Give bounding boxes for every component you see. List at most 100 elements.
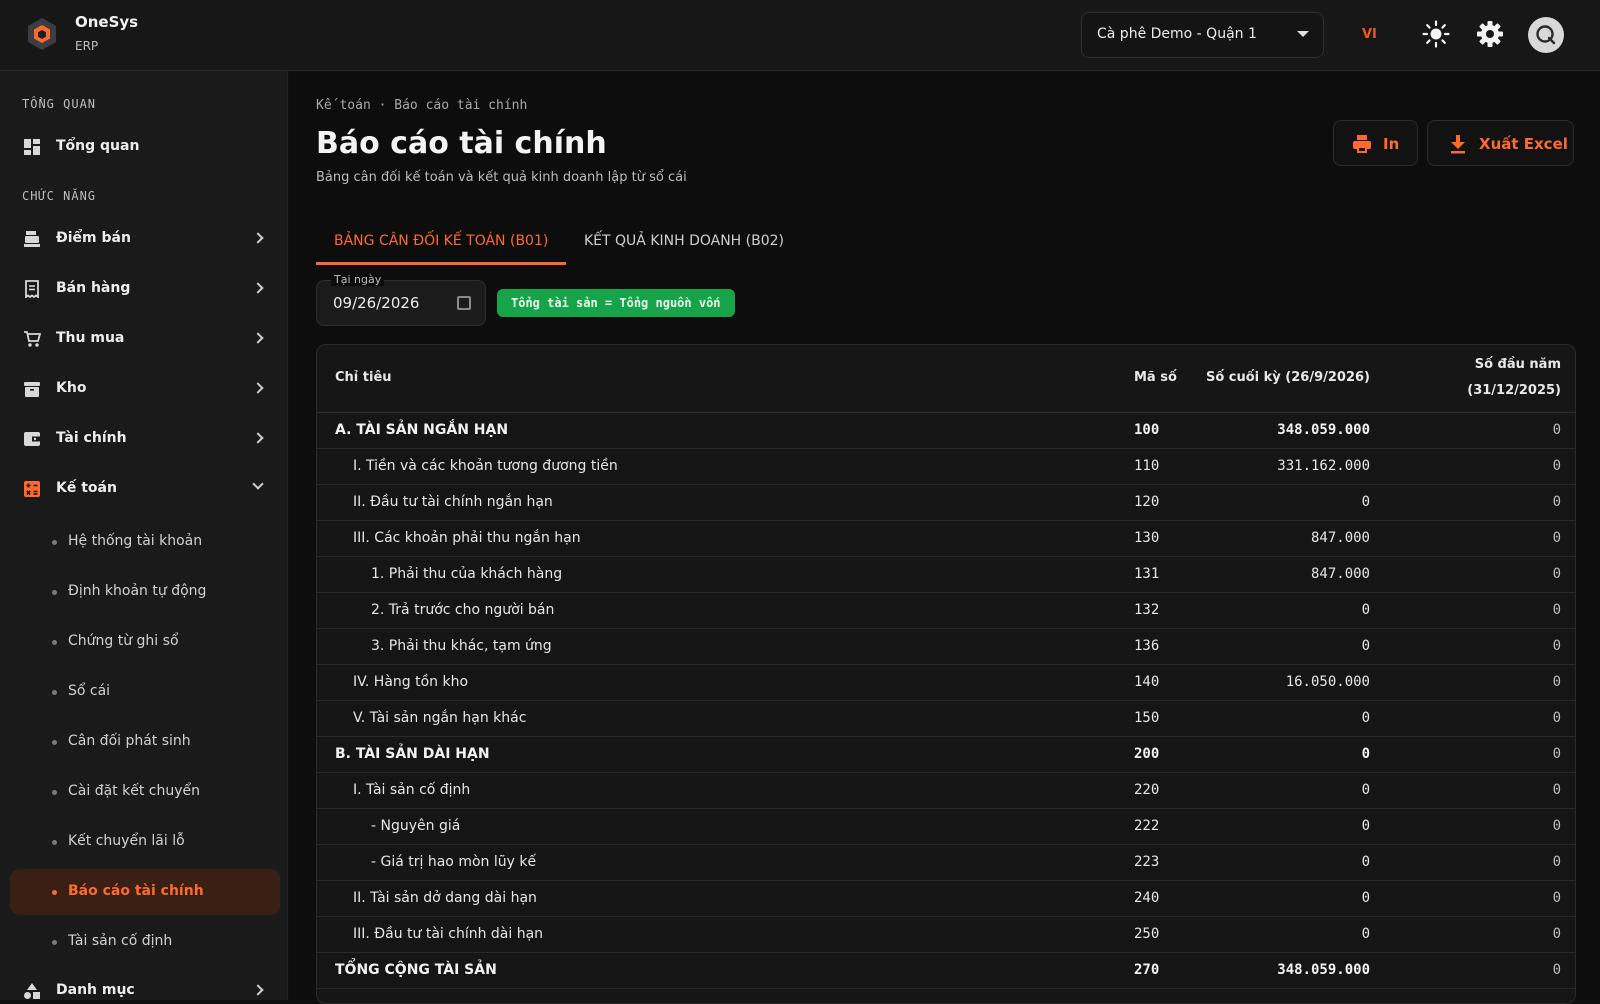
item-name: III. Các khoản phải thu ngắn hạn [353,530,581,546]
tab-income-statement[interactable]: KẾT QUẢ KINH DOANH (B02) [566,223,806,265]
report-tabs: BẢNG CÂN ĐỐI KẾ TOÁN (B01) KẾT QUẢ KINH … [316,223,1576,265]
bullet-icon [52,690,57,695]
bullet-icon [52,590,57,595]
start-balance: 0 [1552,530,1561,546]
end-balance: 0 [1361,710,1370,726]
start-balance: 0 [1552,782,1561,798]
table-row: 3. Phải thu khác, tạm ứng 136 0 0 [317,629,1575,665]
bullet-icon [52,940,57,945]
chevron-right-icon [252,232,264,244]
item-code: 220 [1134,782,1160,798]
sidebar-item-overview[interactable]: Tổng quan [10,125,280,169]
sidebar-subitem-profit-loss-closing[interactable]: Kết chuyển lãi lỗ [10,819,280,865]
table-row: I. Tiền và các khoản tương đương tiền 110… [317,449,1575,485]
caret-down-icon [1297,31,1309,37]
sidebar-item-finance[interactable]: Tài chính [10,417,280,461]
item-code: 131 [1134,566,1160,582]
sidebar-subitem-vouchers[interactable]: Chứng từ ghi sổ [10,619,280,665]
sidebar-subitem-label: Cân đối phát sinh [68,733,191,749]
end-balance: 847.000 [1310,566,1370,582]
table-row: B. TÀI SẢN DÀI HẠN 200 0 0 [317,737,1575,773]
sun-icon[interactable] [1421,19,1451,49]
table-row: A. TÀI SẢN NGẮN HẠN 100 348.059.000 0 [317,413,1575,449]
sidebar-item-label: Danh mục [56,982,135,998]
dashboard-icon [24,139,40,155]
sidebar-subitem-closing-settings[interactable]: Cài đặt kết chuyển [10,769,280,815]
language-toggle[interactable]: VI [1362,27,1377,42]
sidebar-item-purchasing[interactable]: Thu mua [10,317,280,361]
item-code: 270 [1134,962,1160,978]
wallet-icon [24,432,40,446]
section-title-features: CHỨC NĂNG [22,189,97,203]
item-name: 3. Phải thu khác, tạm ứng [371,638,552,654]
item-code: 120 [1134,494,1160,510]
export-excel-button[interactable]: Xuất Excel [1427,120,1574,166]
bullet-icon [52,890,57,895]
item-code: 250 [1134,926,1160,942]
end-balance: 0 [1361,926,1370,942]
item-code: 200 [1134,746,1160,762]
item-code: 100 [1134,422,1160,438]
sidebar-subitem-label: Sổ cái [68,683,111,699]
sidebar-subitem-financial-reports[interactable]: Báo cáo tài chính [10,869,280,915]
report-date-field[interactable]: Tại ngày 09/26/2026 [316,273,486,326]
sidebar-item-catalog[interactable]: Danh mục [10,969,280,1000]
table-row: IV. Hàng tồn kho 140 16.050.000 0 [317,665,1575,701]
printer-icon [1353,135,1371,153]
tab-label: KẾT QUẢ KINH DOANH (B02) [584,233,785,249]
chevron-right-icon [252,382,264,394]
sidebar-item-accounting[interactable]: Kế toán [10,467,280,511]
balance-sheet-table: Chỉ tiêu Mã số Số cuối kỳ (26/9/2026) Số… [316,344,1576,1004]
sidebar-item-warehouse[interactable]: Kho [10,367,280,411]
bullet-icon [52,640,57,645]
chevron-right-icon [252,282,264,294]
item-name: IV. Hàng tồn kho [353,674,469,690]
chevron-right-icon [252,432,264,444]
chevron-down-icon [252,478,264,490]
sidebar-subitem-auto-posting[interactable]: Định khoản tự động [10,569,280,615]
cart-icon [24,331,41,347]
end-balance: 0 [1361,890,1370,906]
sidebar-subitem-label: Cài đặt kết chuyển [68,783,200,799]
sidebar-item-label: Kho [56,380,87,396]
start-balance: 0 [1552,458,1561,474]
tab-balance-sheet[interactable]: BẢNG CÂN ĐỐI KẾ TOÁN (B01) [316,223,566,265]
user-avatar[interactable] [1528,17,1564,53]
sidebar-subitem-label: Hệ thống tài khoản [68,533,203,549]
end-balance: 348.059.000 [1277,962,1370,978]
start-balance: 0 [1552,710,1561,726]
column-header-item: Chỉ tiêu [335,370,392,385]
calculator-icon [24,481,40,497]
table-row: I. Tài sản cố định 220 0 0 [317,773,1575,809]
sidebar-subitem-chart-of-accounts[interactable]: Hệ thống tài khoản [10,519,280,565]
item-name: V. Tài sản ngắn hạn khác [353,710,527,726]
page-title: Báo cáo tài chính [316,126,607,161]
main-content: Kế toán · Báo cáo tài chính Báo cáo tài … [289,71,1600,1004]
end-balance: 16.050.000 [1285,674,1370,690]
print-button[interactable]: In [1333,120,1418,166]
start-balance: 0 [1552,494,1561,510]
sidebar-subitem-trial-balance[interactable]: Cân đối phát sinh [10,719,280,765]
calendar-icon[interactable] [457,296,471,310]
sidebar-subitem-label: Báo cáo tài chính [68,883,204,899]
column-header-start-balance-date: (31/12/2025) [1467,383,1561,398]
print-button-label: In [1383,135,1400,153]
sidebar-subitem-fixed-assets[interactable]: Tài sản cố định [10,919,280,965]
store-selector[interactable]: Cà phê Demo - Quận 1 [1081,12,1324,58]
page-subtitle: Bảng cân đối kế toán và kết quả kinh doa… [316,170,687,185]
start-balance: 0 [1552,926,1561,942]
table-header: Chỉ tiêu Mã số Số cuối kỳ (26/9/2026) Số… [317,345,1575,413]
column-header-start-balance: Số đầu năm [1474,357,1561,372]
sidebar: TỔNG QUAN Tổng quan CHỨC NĂNG Điểm bán B… [0,71,288,1000]
start-balance: 0 [1552,422,1561,438]
sidebar-item-pos[interactable]: Điểm bán [10,217,280,261]
gear-icon[interactable] [1475,19,1505,49]
chevron-right-icon [252,332,264,344]
sidebar-subitem-ledger[interactable]: Sổ cái [10,669,280,715]
column-header-code: Mã số [1134,370,1177,385]
bullet-icon [52,840,57,845]
tab-label: BẢNG CÂN ĐỐI KẾ TOÁN (B01) [334,233,549,249]
sidebar-item-sales[interactable]: Bán hàng [10,267,280,311]
start-balance: 0 [1552,638,1561,654]
end-balance: 0 [1361,854,1370,870]
